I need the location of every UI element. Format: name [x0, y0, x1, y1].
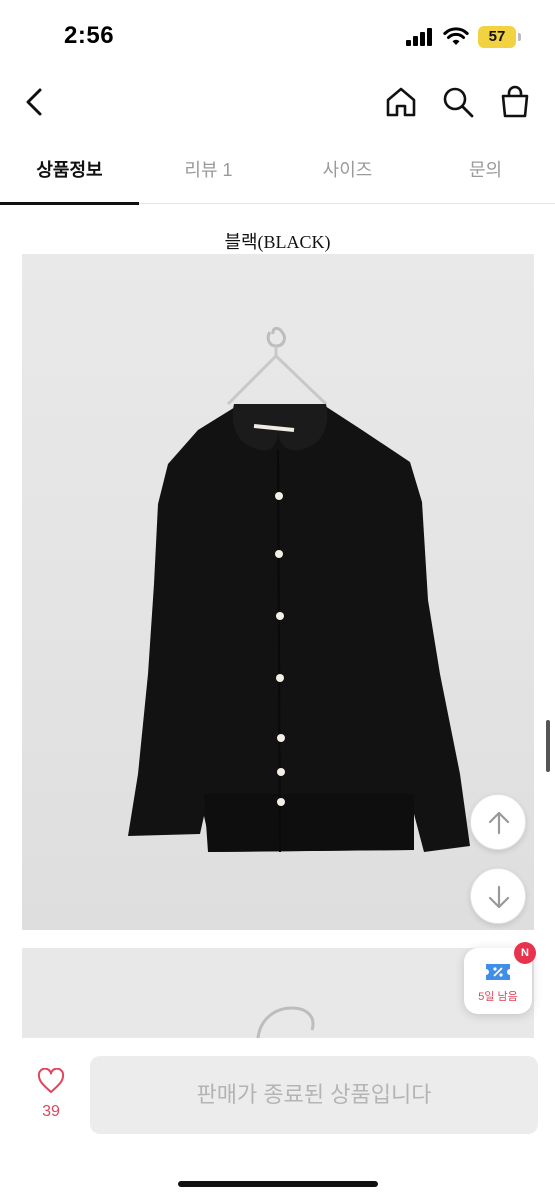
battery-tip: [518, 33, 521, 41]
heart-icon: [37, 1067, 65, 1093]
home-indicator: [178, 1181, 378, 1187]
new-badge: N: [514, 942, 536, 964]
status-bar: 2:56 57: [0, 0, 555, 70]
shopping-bag-icon[interactable]: [497, 84, 533, 120]
wifi-icon: [443, 27, 469, 45]
battery-indicator: 57: [478, 26, 516, 48]
bottom-action-bar: 39 판매가 종료된 상품입니다: [0, 1038, 555, 1200]
color-option-label: 블랙(BLACK): [224, 232, 331, 252]
tab-size[interactable]: 사이즈: [278, 144, 417, 204]
chevron-left-icon[interactable]: [18, 84, 54, 120]
product-photo-second: [22, 948, 534, 1038]
cellular-signal-icon: [406, 28, 434, 46]
arrow-down-icon: [488, 885, 510, 909]
scroll-to-bottom-button[interactable]: [470, 868, 526, 924]
black-cardigan-image: [128, 326, 470, 853]
product-tabs: 상품정보 리뷰 1 사이즈 문의: [0, 144, 555, 205]
coupon-remaining-text: 5일 남음: [478, 991, 518, 1003]
like-count: 39: [42, 1103, 60, 1120]
product-photo: [22, 254, 534, 930]
tab-reviews[interactable]: 리뷰 1: [139, 144, 278, 204]
scroll-to-top-button[interactable]: [470, 794, 526, 850]
scrollbar-thumb[interactable]: [546, 720, 550, 772]
tab-inquiry[interactable]: 문의: [416, 144, 555, 204]
hanger-image: [256, 1006, 315, 1038]
search-icon[interactable]: [440, 84, 476, 120]
top-navigation-bar: [0, 70, 555, 134]
sold-out-button: 판매가 종료된 상품입니다: [90, 1056, 538, 1134]
like-button[interactable]: 39: [26, 1067, 76, 1128]
home-icon[interactable]: [383, 84, 419, 120]
arrow-up-icon: [488, 811, 510, 835]
tab-product-info[interactable]: 상품정보: [0, 144, 139, 205]
status-time: 2:56: [64, 22, 115, 49]
